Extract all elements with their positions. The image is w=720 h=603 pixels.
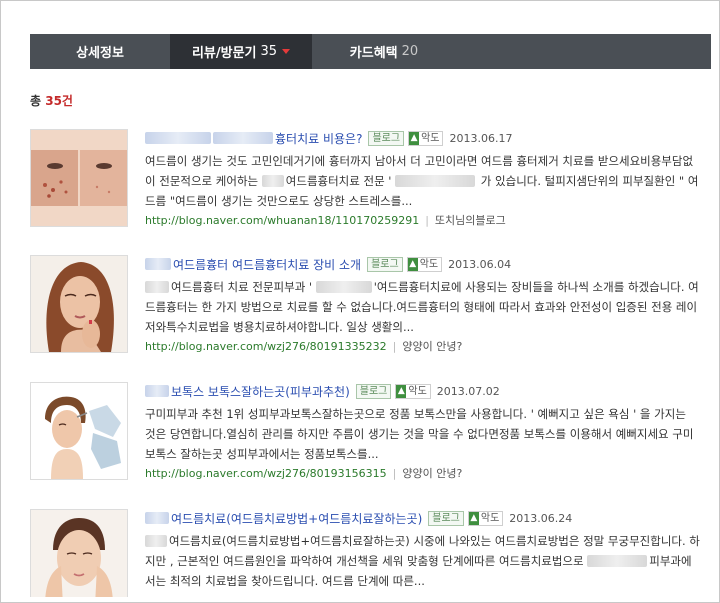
tab-details[interactable]: 상세정보 [30, 34, 170, 69]
tab-reviews[interactable]: 리뷰/방문기 35 [170, 34, 312, 69]
result-item: 흉터치료 비용은? 블로그 ▲ 악도 2013.06.17 여드름이 생기는 것도… [30, 129, 710, 229]
result-date: 2013.06.24 [509, 511, 573, 525]
redacted-text [261, 175, 284, 187]
page-frame: 상세정보 리뷰/방문기 35 카드혜택 20 총 35건 흉터치료 비용은? 블… [0, 0, 720, 603]
result-title-row: 흉터치료 비용은? 블로그 ▲ 악도 2013.06.17 [145, 129, 512, 147]
result-author[interactable]: 양양이 안녕? [402, 338, 462, 354]
result-title-link[interactable]: 여드름치료(여드름치료방법+여드름치료잘하는곳) [171, 510, 422, 527]
tab-count: 35 [260, 44, 278, 59]
result-description: 구미피부과 추천 1위 성피부과보톡스잘하는곳으로 정품 보톡스만을 사용합니다… [145, 404, 700, 464]
tab-label: 리뷰/방문기 [191, 46, 257, 61]
result-title-row: 보톡스 보톡스잘하는곳(피부과추천) 블로그 ▲ 악도 2013.07.02 [145, 382, 500, 400]
total-prefix: 총 [30, 94, 42, 108]
result-meta: http://blog.naver.com/wzj276/80191335232… [145, 338, 462, 354]
total-count: 총 35건 [30, 92, 73, 109]
redacted-text [145, 535, 167, 547]
grade-label: 악도 [419, 258, 439, 270]
result-date: 2013.06.04 [448, 257, 512, 271]
thumbnail-image[interactable] [30, 129, 128, 227]
meta-divider: | [392, 466, 397, 480]
thumbnail-image[interactable] [30, 255, 128, 353]
thumbnail-image[interactable] [30, 382, 128, 480]
redacted-text [587, 555, 648, 567]
result-title-link[interactable]: 여드름흉터 여드름흉터치료 장비 소개 [173, 256, 361, 273]
grade-badge: ▲ 악도 [408, 130, 444, 146]
result-description: 여드름흉터 치료 전문피부과 ' '여드름흉터치료에 사용되는 장비들을 하나씩… [145, 277, 700, 337]
result-author[interactable]: 양양이 안녕? [402, 465, 462, 481]
desc-text: 여드름흉터 치료 전문피부과 ' [171, 280, 313, 294]
result-date: 2013.06.17 [449, 131, 513, 145]
result-description: 여드름치료(여드름치료방법+여드름치료잘하는곳) 시중에 나와있는 여드름치료방… [145, 531, 700, 591]
redacted-text [213, 132, 273, 144]
redacted-text [145, 385, 169, 397]
result-title-link[interactable]: 보톡스 보톡스잘하는곳(피부과추천) [171, 383, 350, 400]
redacted-text [145, 132, 211, 144]
result-author[interactable]: 또치님의블로그 [435, 212, 506, 228]
result-url[interactable]: http://blog.naver.com/whuanan18/11017025… [145, 214, 419, 227]
grade-label: 악도 [408, 385, 427, 397]
grade-icon: ▲ [396, 384, 407, 398]
meta-divider: | [425, 213, 429, 227]
botox-treatment-image [31, 383, 127, 479]
result-meta: http://blog.naver.com/wzj276/80193156315… [145, 465, 462, 481]
desc-text: 구미피부과 추천 1위 성피부과보톡스잘하는곳으로 정품 보톡스만을 사용합니다… [145, 407, 694, 461]
result-title-link[interactable]: 흉터치료 비용은? [275, 130, 362, 147]
blog-badge: 블로그 [368, 130, 405, 146]
grade-badge: ▲ 악도 [395, 383, 431, 399]
result-item: 보톡스 보톡스잘하는곳(피부과추천) 블로그 ▲ 악도 2013.07.02 구미… [30, 382, 710, 482]
meta-divider: | [392, 339, 397, 353]
tab-card-benefits[interactable]: 카드혜택 20 [312, 34, 456, 69]
redacted-text [145, 281, 169, 293]
blog-badge: 블로그 [367, 256, 403, 272]
grade-badge: ▲ 악도 [467, 510, 504, 526]
result-item: 여드름치료(여드름치료방법+여드름치료잘하는곳) 블로그 ▲ 악도 2013.06… [30, 509, 710, 603]
tab-count: 20 [401, 44, 419, 59]
woman-face-image [31, 510, 127, 597]
total-number: 35건 [45, 94, 73, 108]
grade-label: 악도 [480, 512, 500, 524]
result-title-row: 여드름치료(여드름치료방법+여드름치료잘하는곳) 블로그 ▲ 악도 2013.06… [145, 509, 572, 527]
result-date: 2013.07.02 [436, 384, 500, 398]
result-title-row: 여드름흉터 여드름흉터치료 장비 소개 블로그 ▲ 악도 2013.06.04 [145, 255, 511, 273]
thumbnail-image[interactable] [30, 509, 128, 597]
desc-text: 여드름흉터치료 전문 [285, 174, 385, 188]
grade-icon: ▲ [407, 257, 418, 271]
caret-down-icon [282, 49, 291, 54]
redacted-text [145, 258, 171, 270]
redacted-text [395, 175, 476, 187]
redacted-text [145, 512, 169, 524]
blog-badge: 블로그 [355, 383, 392, 399]
result-meta: http://blog.naver.com/whuanan18/11017025… [145, 212, 506, 228]
tab-label: 카드혜택 [349, 46, 398, 61]
tab-bar: 상세정보 리뷰/방문기 35 카드혜택 20 [30, 34, 711, 69]
redacted-text [315, 281, 372, 293]
acne-skin-image [31, 130, 127, 226]
grade-icon: ▲ [468, 511, 479, 525]
grade-icon: ▲ [409, 131, 420, 145]
result-description: 여드름이 생기는 것도 고민인데거기에 흉터까지 남아서 더 고민이라면 여드름… [145, 154, 699, 208]
woman-face-image [31, 256, 127, 352]
result-url[interactable]: http://blog.naver.com/wzj276/80193156315 [145, 467, 387, 480]
grade-label: 악도 [421, 132, 440, 144]
tab-label: 상세정보 [76, 46, 124, 61]
grade-badge: ▲ 악도 [406, 256, 443, 272]
blog-badge: 블로그 [428, 510, 464, 526]
result-item: 여드름흉터 여드름흉터치료 장비 소개 블로그 ▲ 악도 2013.06.04 여… [30, 255, 710, 355]
result-url[interactable]: http://blog.naver.com/wzj276/80191335232 [145, 340, 387, 353]
